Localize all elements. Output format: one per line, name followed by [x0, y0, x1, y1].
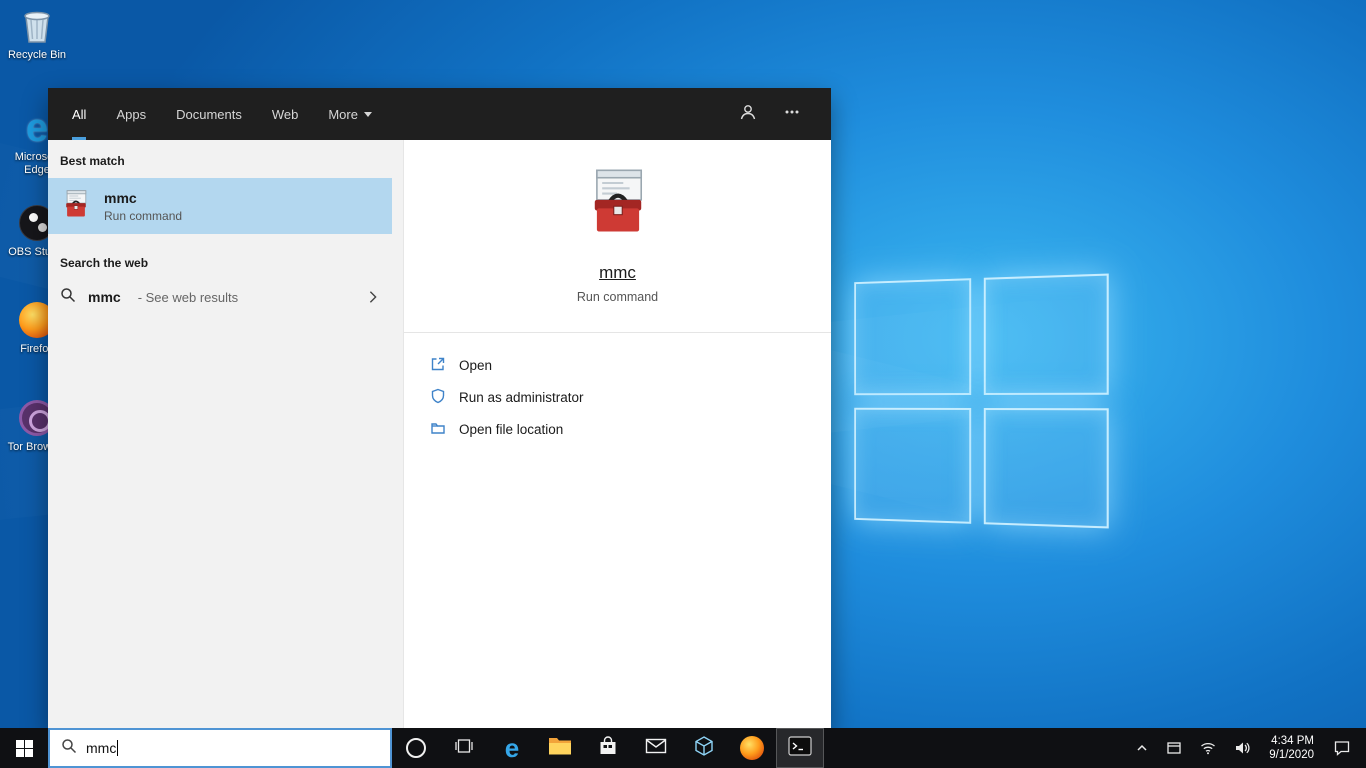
volume-icon[interactable] [1225, 728, 1259, 768]
3d-viewer-button[interactable] [680, 728, 728, 768]
tray-app-icon[interactable] [1157, 728, 1191, 768]
best-match-title: mmc [104, 189, 137, 206]
task-view-button[interactable] [440, 728, 488, 768]
action-run-as-administrator[interactable]: Run as administrator [430, 381, 831, 413]
options-ellipsis-icon[interactable] [783, 103, 801, 126]
web-result-suffix: - See web results [137, 289, 239, 305]
folder-icon [430, 420, 446, 439]
account-icon[interactable] [739, 103, 757, 126]
desktop-icon-recycle-bin[interactable]: Recycle Bin [5, 6, 69, 62]
mail-envelope-icon [645, 737, 667, 760]
mail-button[interactable] [632, 728, 680, 768]
search-preview-pane: mmc Run command Open Run as administrato… [403, 140, 831, 728]
shield-icon [430, 388, 446, 407]
file-explorer-icon [548, 735, 572, 762]
open-icon [430, 356, 446, 375]
clock-time: 4:34 PM [1271, 735, 1314, 747]
preview-title[interactable]: mmc [599, 263, 636, 283]
recycle-bin-icon [17, 6, 57, 46]
mmc-toolbox-icon-large [580, 168, 656, 241]
chevron-right-icon[interactable] [366, 290, 380, 304]
clock-date: 9/1/2020 [1269, 749, 1314, 761]
action-open-file-location[interactable]: Open file location [430, 413, 831, 445]
cortana-button[interactable] [392, 728, 440, 768]
action-label: Run as administrator [459, 389, 584, 405]
search-flyout-panel: All Apps Documents Web More Best match m… [48, 88, 831, 728]
chevron-down-icon [363, 111, 372, 117]
tab-apps[interactable]: Apps [116, 88, 146, 140]
tab-documents[interactable]: Documents [176, 88, 242, 140]
mmc-toolbox-icon [60, 189, 92, 224]
web-search-result[interactable]: mmc - See web results [48, 276, 392, 318]
windows-start-icon [15, 739, 33, 757]
search-web-header: Search the web [60, 256, 149, 270]
firefox-taskbar-button[interactable] [728, 728, 776, 768]
web-result-query: mmc [88, 289, 121, 305]
preview-actions: Open Run as administrator Open file loca… [404, 333, 831, 445]
edge-icon: e [504, 733, 520, 763]
file-explorer-button[interactable] [536, 728, 584, 768]
microsoft-store-button[interactable] [584, 728, 632, 768]
action-center-button[interactable] [1324, 728, 1360, 768]
best-match-header: Best match [60, 154, 125, 168]
command-prompt-button[interactable] [776, 728, 824, 768]
search-results-pane: Best match mmc Run command Search the we… [48, 140, 403, 728]
action-label: Open [459, 357, 493, 373]
windows-logo-wallpaper-icon [854, 273, 1109, 529]
store-bag-icon [597, 735, 619, 762]
cortana-icon [406, 738, 426, 758]
cube-3d-icon [693, 735, 715, 762]
search-filter-header: All Apps Documents Web More [48, 88, 831, 140]
taskbar: mmc e 4:34 PM 9/1/2020 [0, 728, 1366, 768]
system-tray: 4:34 PM 9/1/2020 [1127, 728, 1366, 768]
tab-more[interactable]: More [328, 88, 372, 140]
network-icon[interactable] [1191, 728, 1225, 768]
tab-web[interactable]: Web [272, 88, 299, 140]
firefox-icon [740, 736, 764, 760]
start-button[interactable] [0, 728, 48, 768]
command-prompt-icon [788, 735, 812, 761]
show-hidden-icons-button[interactable] [1127, 728, 1157, 768]
search-input-value: mmc [86, 740, 117, 756]
action-label: Open file location [459, 421, 564, 437]
windows-desktop: Recycle Bin e Microsoft Edge OBS Studio … [0, 0, 1366, 768]
best-match-result-mmc[interactable]: mmc Run command [48, 178, 392, 234]
taskbar-search-input[interactable]: mmc [48, 728, 392, 768]
best-match-subtitle: Run command [104, 208, 183, 223]
taskbar-clock[interactable]: 4:34 PM 9/1/2020 [1259, 728, 1324, 768]
desktop-icon-label: Recycle Bin [7, 49, 67, 61]
preview-subtitle: Run command [576, 290, 659, 304]
text-caret [117, 740, 119, 756]
tab-all[interactable]: All [72, 88, 87, 140]
task-view-icon [454, 736, 474, 761]
action-open[interactable]: Open [430, 349, 831, 381]
edge-taskbar-button[interactable]: e [488, 728, 536, 768]
search-icon [61, 738, 77, 759]
search-filter-tabs: All Apps Documents Web More [48, 88, 372, 140]
search-icon [60, 287, 76, 308]
